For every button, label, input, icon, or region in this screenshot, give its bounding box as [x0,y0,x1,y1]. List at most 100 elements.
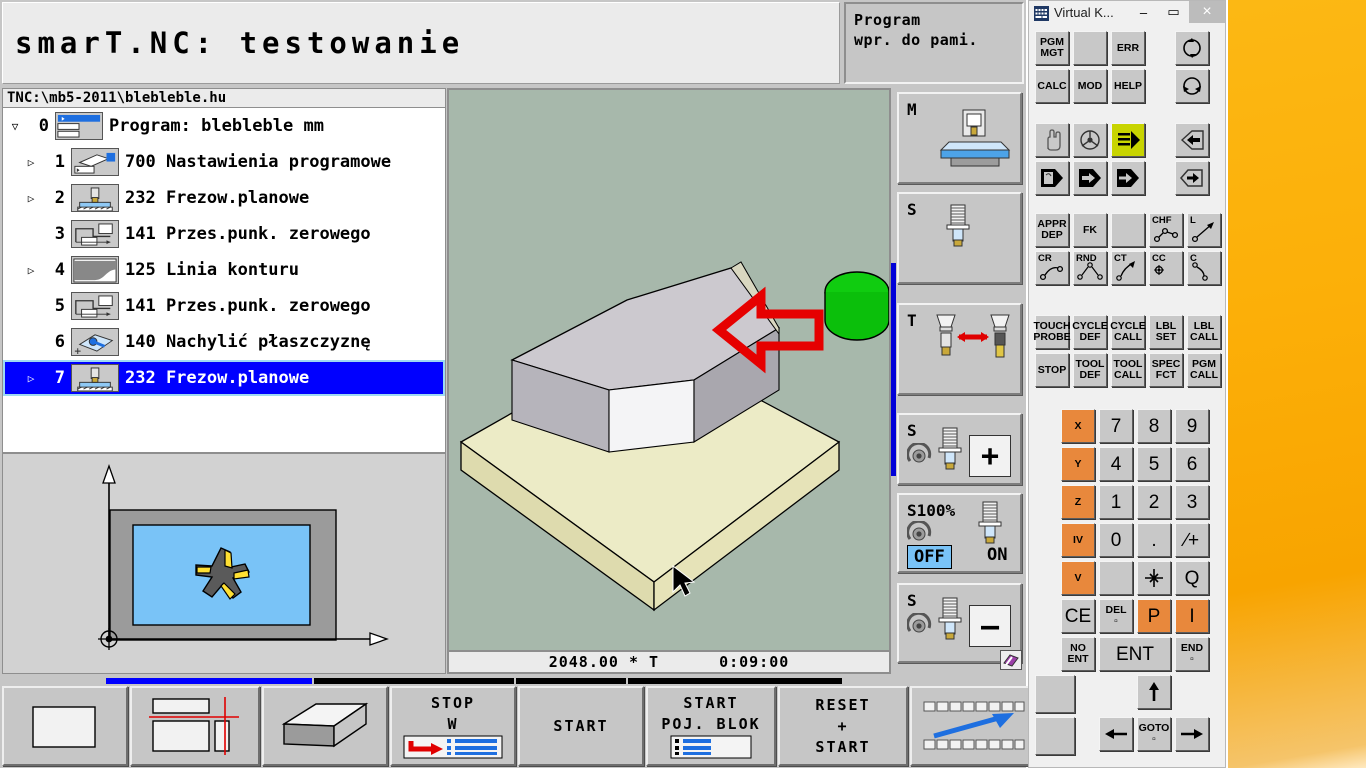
simulation-view[interactable]: 2048.00 * T 0:09:00 [447,88,891,674]
key-[interactable]: ∕+ [1175,523,1209,557]
key-pgm-call[interactable]: PGM CALL [1187,353,1221,387]
key-x[interactable]: X [1061,409,1095,443]
expander-icon[interactable]: ▷ [23,192,39,205]
manual-hand-icon[interactable] [1035,123,1069,157]
key-p[interactable]: P [1137,599,1171,633]
key-touch-probe[interactable]: TOUCH PROBE [1033,315,1071,349]
ccw-circle-icon[interactable] [1175,69,1209,103]
expander-icon[interactable]: ▽ [7,120,23,133]
arrow-left-icon[interactable] [1099,717,1133,751]
key-calc[interactable]: CALC [1035,69,1069,103]
key-blank[interactable] [1111,213,1145,247]
chamfer-icon[interactable]: CHF [1149,213,1183,247]
key-no-ent[interactable]: NO ENT [1061,637,1095,671]
test-run-icon[interactable] [1175,161,1209,195]
key-del-[interactable]: DEL ▫ [1099,599,1133,633]
key-6[interactable]: 6 [1175,447,1209,481]
pan-key[interactable] [910,686,1036,766]
arrow-up-icon[interactable] [1137,675,1171,709]
virtual-keyboard-titlebar[interactable]: Virtual K... – ▭ × [1029,1,1225,27]
tree-row[interactable]: 6 140 Nachylić płaszczyznę [3,324,445,360]
key-end-[interactable]: END ▫ [1175,637,1209,671]
maximize-button[interactable]: ▭ [1159,1,1188,23]
single-block-run-icon[interactable] [1073,161,1107,195]
expander-icon[interactable]: ▷ [23,264,39,277]
key-err[interactable]: ERR [1111,31,1145,65]
vertical-softkey-button[interactable]: — [969,605,1011,647]
vertical-softkey-machine-table-icon[interactable]: M [897,92,1022,184]
stop-at-key[interactable]: STOP W [390,686,516,766]
tree-row[interactable]: 5 141 Przes.punk. zerowego [3,288,445,324]
key-goto-[interactable]: GOTO ▫ [1137,717,1171,751]
vertical-softkey-spindle-plus-icon[interactable]: S + [897,413,1022,485]
spindle-override-off[interactable]: OFF [907,545,952,569]
key-pgm-mgt[interactable]: PGM MGT [1035,31,1069,65]
minimize-button[interactable]: – [1129,1,1158,23]
spindle-override-on[interactable]: ON [987,545,1007,565]
line-icon[interactable]: L [1187,213,1221,247]
full-sequence-icon[interactable] [1111,161,1145,195]
manual-positioning-icon[interactable] [1035,161,1069,195]
tree-row[interactable]: ▷ 4 125 Linia konturu [3,252,445,288]
solid-view-key[interactable] [262,686,388,766]
key-appr-dep[interactable]: APPR DEP [1035,213,1069,247]
key-mod[interactable]: MOD [1073,69,1107,103]
expander-icon[interactable]: ▷ [23,156,39,169]
vertical-softkey-button[interactable]: + [969,435,1011,477]
expander-icon[interactable]: ▷ [23,372,39,385]
key-q[interactable]: Q [1175,561,1209,595]
start-key[interactable]: START [518,686,644,766]
tree-row[interactable]: ▷ 2 232 Frezow.planowe [3,180,445,216]
key-ce[interactable]: CE [1061,599,1095,633]
key-blank[interactable] [1035,717,1075,755]
mdi-icon[interactable] [1175,123,1209,157]
key-1[interactable]: 1 [1099,485,1133,519]
key-v[interactable]: V [1061,561,1095,595]
arrow-right-icon[interactable] [1175,717,1209,751]
key-0[interactable]: 0 [1099,523,1133,557]
key-8[interactable]: 8 [1137,409,1171,443]
tangent-arc-icon[interactable]: CT [1111,251,1145,285]
key-lbl-call[interactable]: LBL CALL [1187,315,1221,349]
key-help[interactable]: HELP [1111,69,1145,103]
key-z[interactable]: Z [1061,485,1095,519]
key-ent[interactable]: ENT [1099,637,1171,671]
key-blank[interactable] [1035,675,1075,713]
key-tool-def[interactable]: TOOL DEF [1073,353,1107,387]
key-fk[interactable]: FK [1073,213,1107,247]
key-blank[interactable] [1073,31,1107,65]
split-view-key[interactable] [130,686,260,766]
cw-circle-icon[interactable] [1175,31,1209,65]
key-y[interactable]: Y [1061,447,1095,481]
key-i[interactable]: I [1175,599,1209,633]
key-tool-call[interactable]: TOOL CALL [1111,353,1145,387]
tree-row[interactable]: ▷ 7 232 Frezow.planowe [3,360,445,396]
program-run-icon[interactable] [1111,123,1145,157]
tree-row[interactable]: ▽ 0 Program: blebleble mm [3,108,445,144]
key-9[interactable]: 9 [1175,409,1209,443]
key-spec-fct[interactable]: SPEC FCT [1149,353,1183,387]
key-5[interactable]: 5 [1137,447,1171,481]
circle-center-icon[interactable]: CC [1149,251,1183,285]
key-2[interactable]: 2 [1137,485,1171,519]
program-tree[interactable]: ▽ 0 Program: blebleble mm ▷ 1 700 Nastawienia… [2,108,446,453]
key-3[interactable]: 3 [1175,485,1209,519]
switch-softkey-row-icon[interactable] [1000,650,1022,670]
vertical-softkey-spindle-tool-icon[interactable]: S [897,192,1022,284]
key-4[interactable]: 4 [1099,447,1133,481]
key-[interactable]: . [1137,523,1171,557]
blank-view-key[interactable] [2,686,128,766]
circle-icon[interactable]: C [1187,251,1221,285]
key-blank[interactable] [1099,561,1133,595]
key-cycle-def[interactable]: CYCLE DEF [1072,315,1108,349]
key-lbl-set[interactable]: LBL SET [1149,315,1183,349]
tree-row[interactable]: ▷ 1 700 Nastawienia programowe [3,144,445,180]
handwheel-icon[interactable] [1073,123,1107,157]
key-7[interactable]: 7 [1099,409,1133,443]
key-stop[interactable]: STOP [1035,353,1069,387]
start-single-block-key[interactable]: START POJ. BLOK [646,686,776,766]
round-icon[interactable]: RND [1073,251,1107,285]
vertical-softkey-spindle-override-icon[interactable]: S100% OFF ON [897,493,1022,573]
reset-start-key[interactable]: RESET + START [778,686,908,766]
tree-row[interactable]: 3 141 Przes.punk. zerowego [3,216,445,252]
